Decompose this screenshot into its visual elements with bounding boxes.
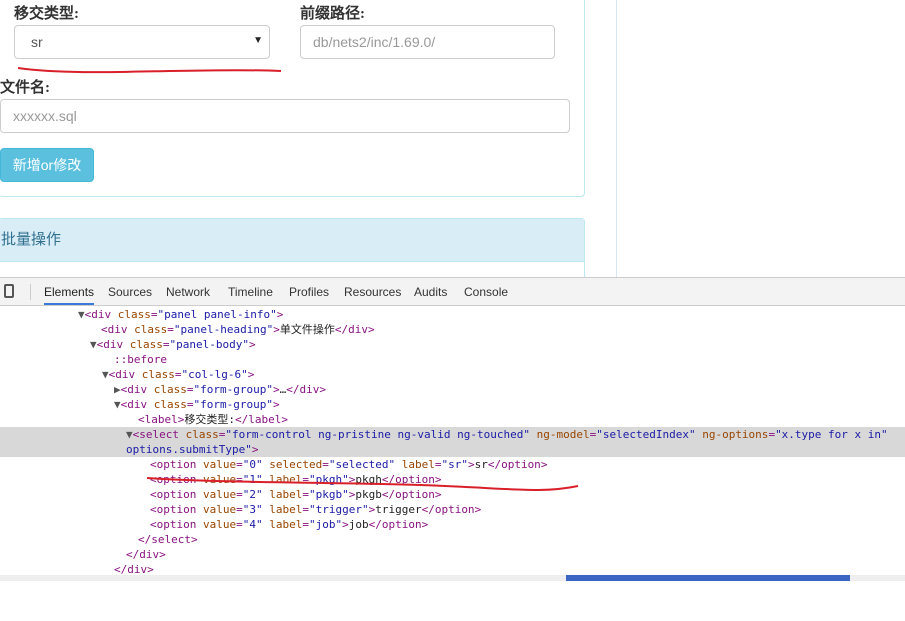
device-mode-icon[interactable] [4, 284, 14, 298]
dom-node-selected-cont[interactable]: options.submitType"> [0, 442, 905, 457]
batch-operation-heading: 批量操作 [0, 219, 584, 262]
tab-resources[interactable]: Resources [344, 278, 401, 305]
dom-node[interactable]: ▼<div class="col-lg-6"> [0, 367, 905, 382]
dom-node[interactable]: <option value="1" label="pkgh">pkgh</opt… [0, 472, 905, 487]
dom-node[interactable]: </div> [0, 547, 905, 562]
tab-profiles[interactable]: Profiles [289, 278, 329, 305]
prefix-path-input[interactable]: db/nets2/inc/1.69.0/ [300, 25, 555, 59]
dom-node[interactable]: <option value="4" label="job">job</optio… [0, 517, 905, 532]
submit-type-label: 移交类型: [14, 6, 79, 22]
dom-node[interactable]: ▶<div class="form-group">…</div> [0, 382, 905, 397]
app-page: 移交类型: sr ▼ 前缀路径: db/nets2/inc/1.69.0/ 文件… [0, 0, 905, 277]
tab-timeline[interactable]: Timeline [228, 278, 273, 305]
dom-node-selected[interactable]: ▼<select class="form-control ng-pristine… [0, 427, 905, 442]
tab-audits[interactable]: Audits [414, 278, 447, 305]
dom-node[interactable]: <div class="panel-heading">单文件操作</div> [0, 322, 905, 337]
devtools-panel: Elements Sources Network Timeline Profil… [0, 277, 905, 581]
prefix-path-label: 前缀路径: [300, 6, 365, 22]
file-name-placeholder: xxxxxx.sql [13, 108, 77, 124]
dom-node[interactable]: ▼<div class="panel panel-info"> [0, 307, 905, 322]
column-divider [616, 0, 617, 277]
toolbar-separator [30, 284, 31, 300]
file-name-label: 文件名: [0, 80, 50, 96]
tab-console[interactable]: Console [464, 278, 508, 305]
dom-node[interactable]: <label>移交类型:</label> [0, 412, 905, 427]
batch-operation-panel: 批量操作 [0, 218, 585, 277]
tab-network[interactable]: Network [166, 278, 210, 305]
dom-node[interactable]: ▼<div class="panel-body"> [0, 337, 905, 352]
submit-type-value: sr [31, 34, 43, 50]
dom-node[interactable]: ▼<div class="form-group"> [0, 397, 905, 412]
prefix-path-placeholder: db/nets2/inc/1.69.0/ [313, 34, 436, 50]
tab-sources[interactable]: Sources [108, 278, 152, 305]
dom-node[interactable]: </select> [0, 532, 905, 547]
dom-node[interactable]: <option value="0" selected="selected" la… [0, 457, 905, 472]
dom-node[interactable]: ::before [0, 352, 905, 367]
dom-node[interactable]: <option value="3" label="trigger">trigge… [0, 502, 905, 517]
devtools-toolbar: Elements Sources Network Timeline Profil… [0, 278, 905, 306]
add-or-modify-button[interactable]: 新增or修改 [0, 148, 94, 182]
submit-type-select[interactable]: sr ▼ [14, 25, 270, 59]
tab-elements[interactable]: Elements [44, 278, 95, 305]
status-strip [0, 575, 905, 581]
dom-node[interactable]: <option value="2" label="pkgb">pkgb</opt… [0, 487, 905, 502]
select-arrow-icon: ▼ [253, 35, 263, 46]
status-strip-highlight [566, 575, 850, 581]
dom-tree: ▼<div class="panel panel-info"> <div cla… [0, 306, 905, 621]
file-name-input[interactable]: xxxxxx.sql [0, 99, 570, 133]
